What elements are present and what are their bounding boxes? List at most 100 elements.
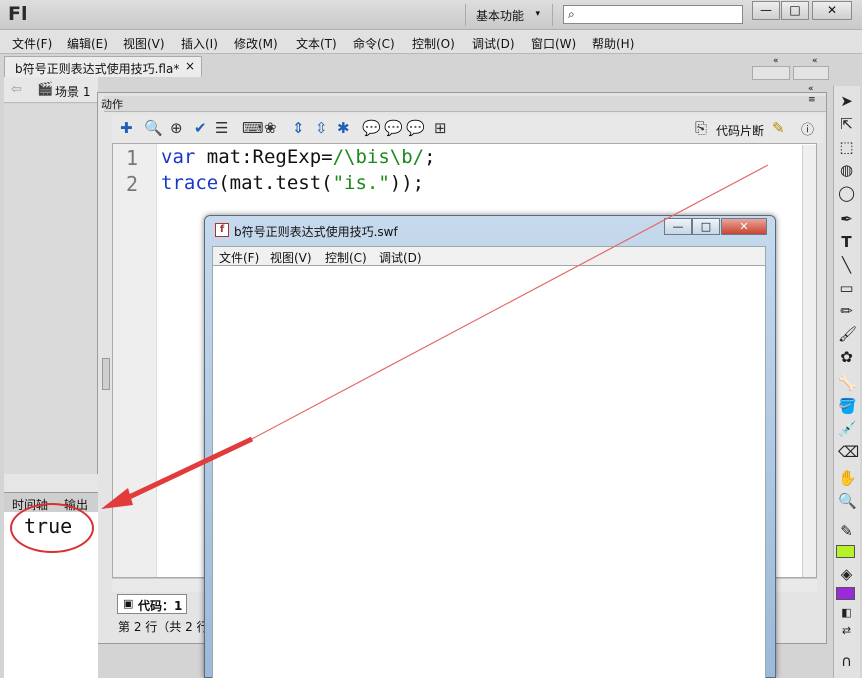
check-syntax-icon[interactable]: ✔: [194, 119, 207, 137]
workspace-dropdown[interactable]: 基本功能 ▾: [465, 4, 553, 26]
debug-options-icon[interactable]: ❀: [264, 119, 277, 137]
help-icon[interactable]: ⓘ: [801, 119, 814, 138]
expand-all-icon[interactable]: ✱: [337, 119, 350, 137]
menu-view[interactable]: 视图(V): [123, 35, 165, 52]
collapse-icon[interactable]: «: [812, 56, 818, 66]
search-input[interactable]: ⌕: [563, 5, 743, 24]
code-hint-icon[interactable]: ⌨: [242, 119, 264, 137]
fill-color-swatch[interactable]: [836, 587, 855, 600]
code-line[interactable]: var mat:RegExp=/\bis\b/;: [161, 146, 436, 168]
menu-window[interactable]: 窗口(W): [531, 35, 576, 52]
splitter-handle[interactable]: [102, 358, 110, 390]
show-hide-toolbox-icon[interactable]: ⊞: [434, 119, 447, 137]
swap-colors-icon[interactable]: ⇄: [838, 624, 855, 637]
menu-help[interactable]: 帮助(H): [592, 35, 634, 52]
selection-tool-icon[interactable]: ➤: [838, 92, 855, 110]
menu-edit[interactable]: 编辑(E): [67, 35, 108, 52]
subselection-tool-icon[interactable]: ⇱: [838, 115, 855, 133]
docked-panel-tab[interactable]: [793, 66, 829, 80]
code-text: ));: [389, 172, 425, 194]
free-transform-tool-icon[interactable]: ⬚: [838, 138, 855, 156]
auto-format-icon[interactable]: ☰: [215, 119, 228, 137]
code-tab[interactable]: ▣ 代码：1: [117, 594, 187, 614]
close-tab-icon[interactable]: ×: [185, 59, 195, 73]
code-string: "is.": [332, 172, 390, 194]
status-line: 第 2 行（共 2 行: [118, 620, 209, 634]
collapse-icon[interactable]: «: [808, 84, 814, 94]
target-path-icon[interactable]: ⊕: [170, 119, 183, 137]
menu-modify[interactable]: 修改(M): [234, 35, 278, 52]
text-tool-icon[interactable]: T: [838, 233, 855, 251]
back-arrow-icon[interactable]: ⇦: [11, 82, 22, 97]
apply-block-comment-icon[interactable]: 💬: [362, 119, 381, 137]
3d-rotation-tool-icon[interactable]: ◍: [838, 161, 855, 179]
swf-maximize-button[interactable]: □: [692, 218, 720, 235]
menu-debug[interactable]: 调试(D): [472, 35, 515, 52]
paint-bucket-tool-icon[interactable]: 🪣: [838, 397, 857, 415]
collapse-icon[interactable]: «: [773, 56, 779, 66]
code-keyword: var: [161, 146, 196, 168]
wand-icon[interactable]: ✎: [772, 119, 785, 137]
code-keyword: trace: [161, 172, 219, 194]
fill-color-icon[interactable]: ◈: [838, 565, 855, 583]
black-white-icon[interactable]: ◧: [838, 606, 855, 619]
collapse-selection-icon[interactable]: ⇳: [315, 119, 328, 137]
snap-magnet-icon[interactable]: ∩: [838, 652, 855, 670]
find-icon[interactable]: 🔍: [144, 119, 163, 137]
minimize-button[interactable]: —: [752, 1, 780, 20]
stage-hscroll[interactable]: [4, 474, 98, 492]
swf-menu-view[interactable]: 视图(V): [270, 249, 312, 266]
close-button[interactable]: ✕: [812, 1, 852, 20]
caret-down-icon: ▾: [535, 9, 540, 19]
eraser-tool-icon[interactable]: ⌫: [838, 443, 859, 461]
menu-commands[interactable]: 命令(C): [353, 35, 395, 52]
eyedropper-tool-icon[interactable]: 💉: [838, 420, 857, 438]
swf-menu-control[interactable]: 控制(C): [325, 249, 367, 266]
menu-insert[interactable]: 插入(I): [181, 35, 218, 52]
document-tab-title: b符号正则表达式使用技巧.fla*: [15, 62, 180, 76]
menu-file[interactable]: 文件(F): [12, 35, 52, 52]
collapse-between-braces-icon[interactable]: ⇕: [292, 119, 305, 137]
swf-minimize-button[interactable]: —: [664, 218, 692, 235]
scene-icon: 🎬: [37, 82, 54, 97]
rectangle-tool-icon[interactable]: ▭: [838, 279, 855, 297]
app-logo: Fl: [8, 3, 28, 25]
hand-tool-icon[interactable]: ✋: [838, 469, 857, 487]
docked-panel-tab[interactable]: [752, 66, 790, 80]
apply-line-comment-icon[interactable]: 💬: [384, 119, 403, 137]
actions-panel-header: [104, 96, 826, 112]
menu-control[interactable]: 控制(O): [412, 35, 455, 52]
scene-label[interactable]: 场景 1: [55, 83, 90, 100]
flash-player-icon: f: [215, 223, 229, 237]
menu-text[interactable]: 文本(T): [296, 35, 337, 52]
search-icon: ⌕: [568, 7, 575, 21]
code-text: ;: [424, 146, 436, 168]
line-number: 2: [126, 172, 139, 196]
brush-tool-icon[interactable]: 🖌: [838, 325, 857, 343]
document-tab[interactable]: b符号正则表达式使用技巧.fla* ×: [4, 56, 202, 77]
line-tool-icon[interactable]: ╲: [838, 256, 855, 274]
swf-menu-file[interactable]: 文件(F): [219, 249, 259, 266]
annotation-circle: [10, 503, 94, 553]
zoom-tool-icon[interactable]: 🔍: [838, 492, 857, 510]
maximize-button[interactable]: □: [781, 1, 809, 20]
menu-bar: 文件(F) 编辑(E) 视图(V) 插入(I) 修改(M) 文本(T) 命令(C…: [0, 30, 862, 54]
vertical-scrollbar[interactable]: [802, 145, 816, 577]
code-snippets-label[interactable]: 代码片断: [716, 122, 764, 139]
pen-tool-icon[interactable]: ✒: [838, 210, 855, 228]
swf-close-button[interactable]: ✕: [721, 218, 767, 235]
stroke-color-swatch[interactable]: [836, 545, 855, 558]
lasso-tool-icon[interactable]: ◯: [838, 184, 855, 202]
pencil-tool-icon[interactable]: ✏: [838, 302, 855, 320]
stroke-color-icon[interactable]: ✎: [838, 522, 855, 540]
panel-menu-icon[interactable]: ≡: [808, 95, 816, 105]
add-statement-icon[interactable]: ✚: [120, 119, 133, 137]
code-snippets-icon[interactable]: ⎘: [695, 119, 707, 137]
code-line[interactable]: trace(mat.test("is."));: [161, 172, 424, 194]
swf-menu-debug[interactable]: 调试(D): [379, 249, 422, 266]
script-icon: ▣: [123, 597, 134, 610]
code-tab-label: 代码：1: [138, 599, 183, 613]
deco-tool-icon[interactable]: ✿: [838, 348, 855, 366]
remove-comment-icon[interactable]: 💬: [406, 119, 425, 137]
bone-tool-icon[interactable]: 🦴: [838, 374, 857, 392]
